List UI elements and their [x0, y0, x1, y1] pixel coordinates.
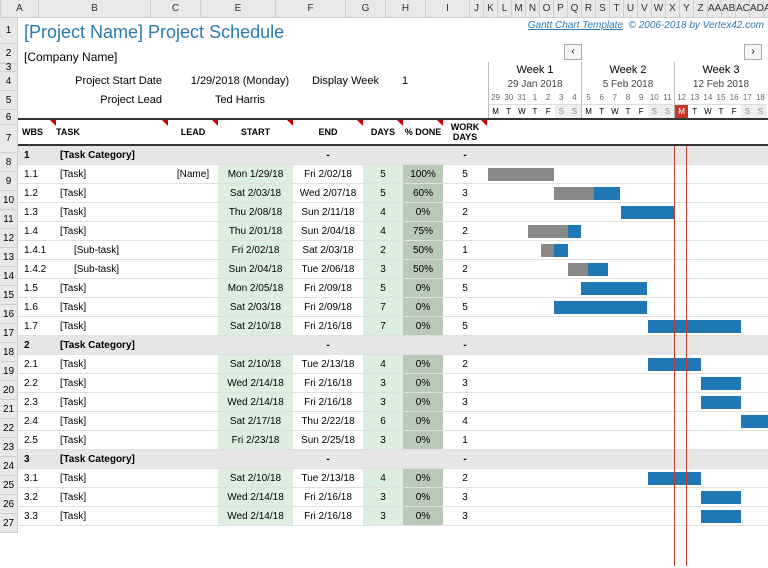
next-week-button[interactable]: › — [744, 44, 762, 60]
start-date-value[interactable]: 1/29/2018 (Monday) — [170, 75, 310, 87]
gantt-chart — [488, 146, 768, 526]
hdr-lead: LEAD — [168, 120, 218, 144]
lead-label: Project Lead — [18, 94, 170, 106]
hdr-wbs: WBS — [18, 120, 56, 144]
start-date-label: Project Start Date — [18, 75, 170, 87]
week-nav: ‹ › — [564, 44, 762, 60]
hdr-end: END — [293, 120, 363, 144]
hdr-days: DAYS — [363, 120, 403, 144]
display-week-value[interactable]: 1 — [385, 75, 425, 87]
column-headers: ABCEFGHIJKLMNOPQRSTUVWXYZAAABACADAE — [0, 0, 768, 18]
copyright: © 2006-2018 by Vertex42.com — [629, 20, 764, 31]
week-header: Week 129 Jan 20182930311234MTWTFSSWeek 2… — [488, 62, 767, 119]
spreadsheet-body: Gantt Chart Template © 2006-2018 by Vert… — [18, 18, 768, 109]
prev-week-button[interactable]: ‹ — [564, 44, 582, 60]
template-link[interactable]: Gantt Chart Template — [528, 20, 623, 31]
table-header-row: WBS TASK LEAD START END DAYS % DONE WORK… — [18, 118, 768, 146]
template-credit: Gantt Chart Template © 2006-2018 by Vert… — [528, 20, 764, 31]
lead-value[interactable]: Ted Harris — [170, 94, 310, 106]
hdr-start: START — [218, 120, 293, 144]
hdr-task: TASK — [56, 120, 168, 144]
hdr-pct: % DONE — [403, 120, 443, 144]
hdr-work: WORK DAYS — [443, 120, 487, 144]
today-marker — [674, 146, 687, 566]
display-week-label: Display Week — [310, 75, 385, 87]
row-headers: 1234567891011121314151617181920212223242… — [0, 18, 18, 533]
